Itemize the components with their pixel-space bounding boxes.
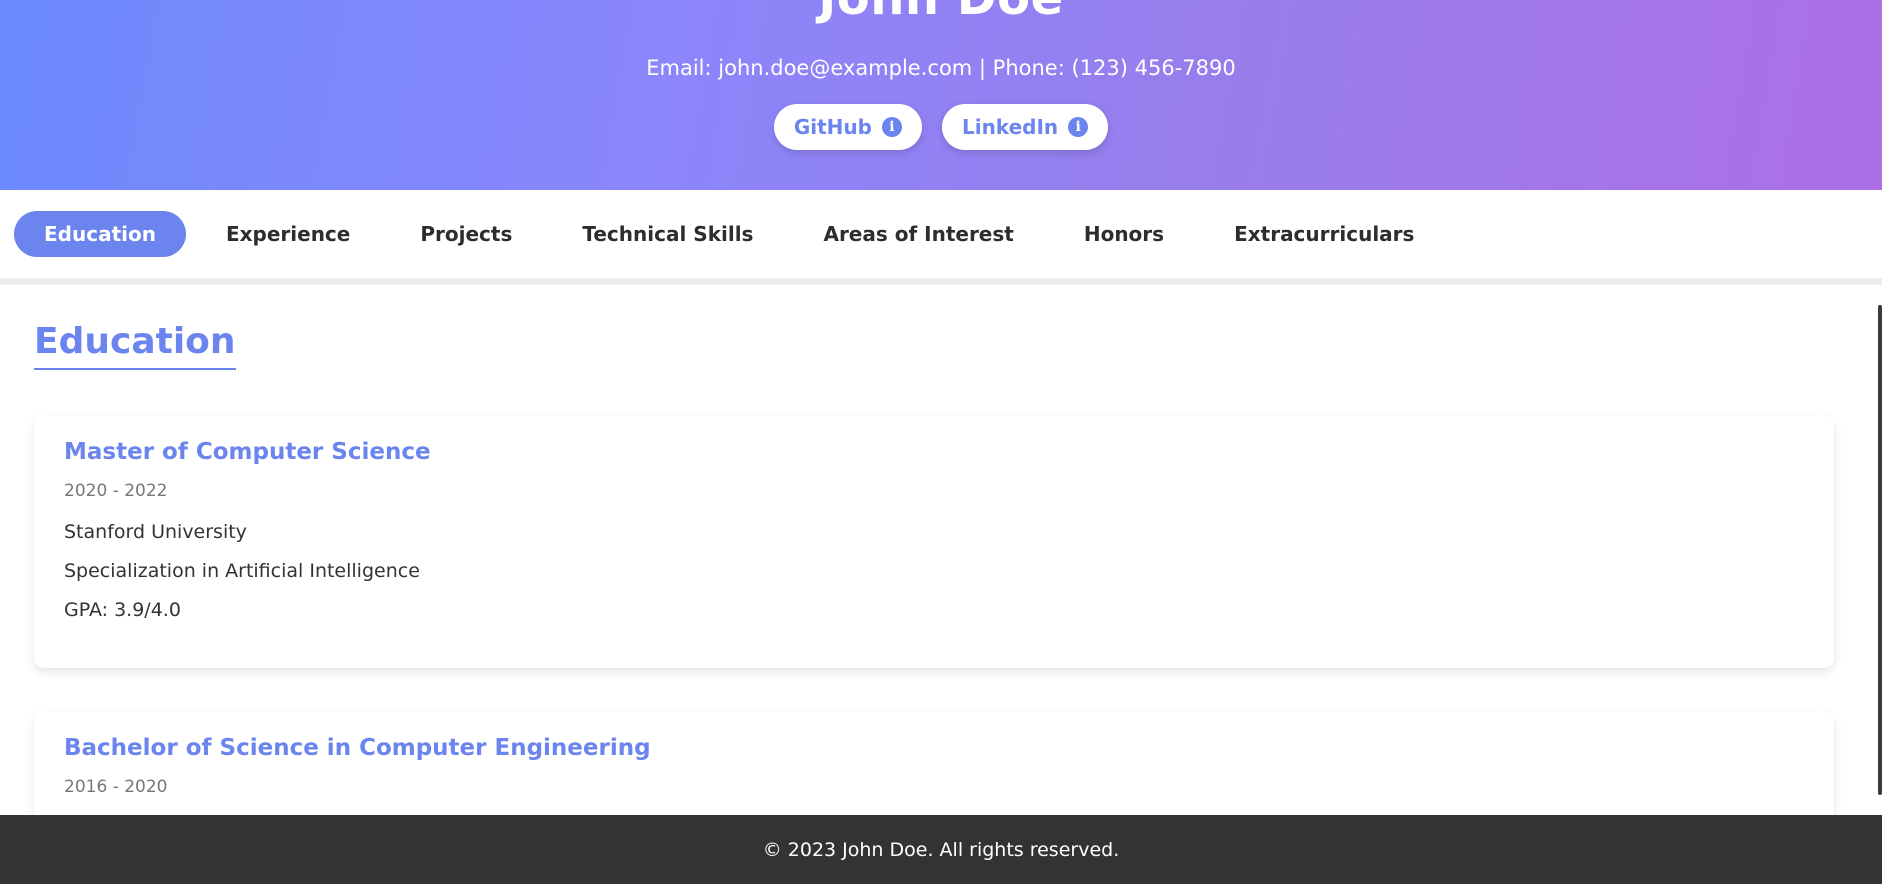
hero-header: John Doe Email: john.doe@example.com | P… bbox=[0, 0, 1882, 190]
date-range: 2016 - 2020 bbox=[64, 777, 168, 797]
education-card: Bachelor of Science in Computer Engineer… bbox=[34, 711, 1834, 815]
tab-extracurriculars[interactable]: Extracurriculars bbox=[1204, 211, 1444, 257]
specialization: Specialization in Artificial Intelligenc… bbox=[64, 560, 420, 582]
gpa: GPA: 3.9/4.0 bbox=[64, 599, 181, 621]
tab-technical-skills[interactable]: Technical Skills bbox=[552, 211, 783, 257]
education-card: Master of Computer Science 2020 - 2022 S… bbox=[34, 415, 1834, 668]
section-title: Education bbox=[34, 321, 236, 370]
info-icon: i bbox=[881, 117, 902, 137]
social-links: GitHub i LinkedIn i bbox=[0, 104, 1882, 150]
linkedin-link-button[interactable]: LinkedIn i bbox=[941, 104, 1109, 150]
github-link-label: GitHub bbox=[793, 115, 872, 139]
tab-experience[interactable]: Experience bbox=[196, 211, 380, 257]
profile-name: John Doe bbox=[0, 0, 1882, 26]
footer: © 2023 John Doe. All rights reserved. bbox=[0, 815, 1882, 884]
school-name: Stanford University bbox=[64, 521, 247, 543]
tab-areas-of-interest[interactable]: Areas of Interest bbox=[793, 211, 1043, 257]
linkedin-link-label: LinkedIn bbox=[961, 115, 1059, 139]
resume-page: John Doe Email: john.doe@example.com | P… bbox=[0, 0, 1882, 884]
tab-honors[interactable]: Honors bbox=[1054, 211, 1194, 257]
main-content: Education Master of Computer Science 202… bbox=[0, 285, 1882, 815]
scrollbar[interactable] bbox=[1876, 285, 1882, 815]
info-icon: i bbox=[1068, 117, 1089, 137]
scrollbar-thumb[interactable] bbox=[1878, 305, 1882, 795]
tab-projects[interactable]: Projects bbox=[390, 211, 542, 257]
copyright-text: © 2023 John Doe. All rights reserved. bbox=[762, 838, 1120, 861]
section-nav: Education Experience Projects Technical … bbox=[0, 190, 1882, 285]
github-link-button[interactable]: GitHub i bbox=[773, 104, 922, 150]
tab-education[interactable]: Education bbox=[14, 211, 186, 257]
degree-title: Bachelor of Science in Computer Engineer… bbox=[64, 735, 651, 761]
degree-title: Master of Computer Science bbox=[64, 439, 431, 465]
contact-info: Email: john.doe@example.com | Phone: (12… bbox=[646, 56, 1236, 80]
date-range: 2020 - 2022 bbox=[64, 481, 168, 501]
